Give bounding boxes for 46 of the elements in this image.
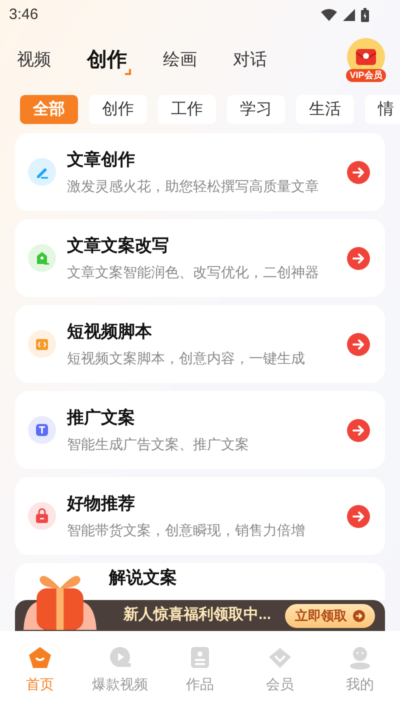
card-description: 激发灵感火花，助您轻松撰写高质量文章 — [67, 177, 320, 195]
tool-card[interactable]: 推广文案 智能生成广告文案、推广文案 — [15, 391, 385, 469]
pen-icon — [28, 158, 56, 186]
tool-card[interactable]: 短视频脚本 短视频文案脚本，创意内容，一键生成 — [15, 305, 385, 383]
promo-text: 新人惊喜福利领取中... — [123, 605, 271, 626]
tool-card[interactable]: 文章文案改写 文章文案智能润色、改写优化，二创神器 — [15, 219, 385, 297]
card-title: 好物推荐 — [67, 493, 136, 515]
arrow-button-icon[interactable] — [347, 160, 370, 184]
card-title: 短视频脚本 — [67, 321, 153, 343]
top-tab[interactable]: 绘画 — [163, 47, 197, 73]
person-icon — [347, 645, 373, 670]
play-icon — [107, 645, 133, 670]
category-chip[interactable]: 情 — [365, 95, 400, 124]
arrow-button-icon[interactable] — [347, 332, 370, 356]
card-title: 解说文案 — [109, 567, 178, 589]
house-pen-icon — [28, 244, 56, 272]
diamond-icon — [267, 645, 293, 670]
card-title: 文章创作 — [67, 149, 136, 171]
category-chip[interactable]: 创作 — [89, 95, 147, 124]
top-tab[interactable]: 对话 — [233, 47, 267, 73]
tool-card[interactable]: 好物推荐 智能带货文案，创意瞬现，销售力倍增 — [15, 477, 385, 555]
status-time: 3:46 — [9, 4, 38, 25]
text-icon — [28, 416, 56, 444]
arrow-icon — [353, 610, 365, 622]
code-file-icon — [28, 330, 56, 358]
claim-button[interactable]: 立即领取 — [285, 604, 375, 628]
card-title: 推广文案 — [67, 407, 136, 429]
card-description: 智能生成广告文案、推广文案 — [67, 435, 250, 453]
bag-icon — [28, 502, 56, 530]
category-chip[interactable]: 工作 — [158, 95, 216, 124]
wifi-icon — [321, 9, 337, 21]
tool-card[interactable]: 解说文案 — [15, 563, 385, 600]
signal-icon — [343, 9, 355, 21]
card-description: 智能带货文案，创意瞬现，销售力倍增 — [67, 521, 306, 539]
arrow-button-icon[interactable] — [347, 504, 370, 528]
battery-icon — [361, 8, 369, 22]
top-tab[interactable]: 视频 — [17, 47, 51, 73]
card-description: 文章文案智能润色、改写优化，二创神器 — [67, 263, 320, 281]
category-chip[interactable]: 学习 — [227, 95, 285, 124]
category-chip[interactable]: 生活 — [296, 95, 354, 124]
card-title: 文章文案改写 — [67, 235, 170, 257]
home-icon — [27, 645, 53, 670]
card-description: 短视频文案脚本，创意内容，一键生成 — [67, 349, 306, 367]
tool-card[interactable]: 文章创作 激发灵感火花，助您轻松撰写高质量文章 — [15, 133, 385, 211]
arrow-button-icon[interactable] — [347, 246, 370, 270]
arrow-button-icon[interactable] — [347, 418, 370, 442]
